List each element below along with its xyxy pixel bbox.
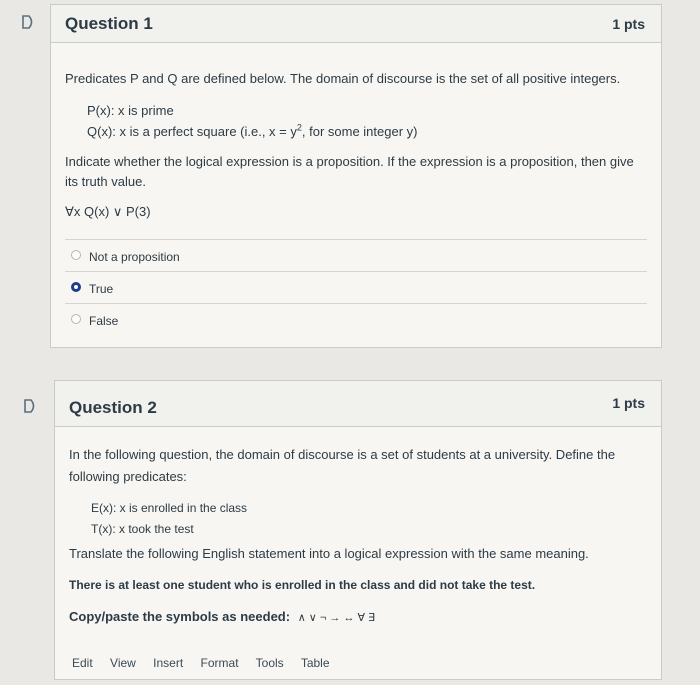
question-1-points: 1 pts (612, 16, 645, 32)
question-2-title: Question 2 (69, 398, 157, 417)
predicate-q-text-1: Q(x): x is a perfect square (i.e., x = y (87, 124, 297, 139)
predicate-t-definition: T(x): x took the test (91, 522, 194, 536)
editor-menu-bar: Edit View Insert Format Tools Table (72, 656, 344, 670)
question-2-points: 1 pts (612, 395, 645, 411)
symbols-label: Copy/paste the symbols as needed: (69, 609, 291, 624)
predicate-q-text-2: , for some integer y) (301, 124, 418, 139)
radio-false[interactable] (71, 314, 81, 324)
predicate-p-definition: P(x): x is prime (87, 103, 174, 118)
question-1-intro: Predicates P and Q are defined below. Th… (65, 71, 621, 86)
symbols-list[interactable]: ∧ ∨ ¬ → ↔ ∀ ∃ (298, 612, 375, 624)
question-2-header: Question 2 1 pts (55, 381, 661, 427)
answer-true[interactable]: True (65, 271, 647, 304)
symbols-line: Copy/paste the symbols as needed: ∧ ∨ ¬ … (69, 607, 375, 628)
question-1-header: Question 1 1 pts (51, 5, 661, 43)
question-2-instruction: Translate the following English statemen… (69, 546, 589, 561)
answer-label: Not a proposition (89, 250, 180, 264)
menu-format[interactable]: Format (201, 656, 239, 670)
menu-table[interactable]: Table (301, 656, 330, 670)
answer-not-a-proposition[interactable]: Not a proposition (65, 239, 647, 272)
english-statement: There is at least one student who is enr… (69, 578, 536, 592)
predicate-q-definition: Q(x): x is a perfect square (i.e., x = y… (87, 122, 418, 142)
radio-not-a-proposition[interactable] (71, 250, 81, 260)
predicate-e-definition: E(x): x is enrolled in the class (91, 501, 248, 515)
answer-label: True (89, 282, 114, 296)
question-1-card: Question 1 1 pts Predicates P and Q are … (50, 4, 662, 348)
answer-false[interactable]: False (65, 303, 647, 336)
flag-question-2-icon[interactable] (22, 398, 44, 414)
question-2-intro-line-1: In the following question, the domain of… (69, 447, 616, 462)
question-1-instruction-line-2: its truth value. (65, 174, 146, 189)
question-1-instruction-line-1: Indicate whether the logical expression … (65, 154, 634, 169)
menu-insert[interactable]: Insert (153, 656, 183, 670)
flag-question-1-icon[interactable] (20, 14, 42, 30)
logical-expression: ∀x Q(x) ∨ P(3) (65, 204, 151, 219)
question-2-card: Question 2 1 pts In the following questi… (54, 380, 662, 680)
menu-edit[interactable]: Edit (72, 656, 93, 670)
question-2-intro-line-2: following predicates: (69, 469, 187, 484)
answer-label: False (89, 314, 119, 328)
menu-tools[interactable]: Tools (256, 656, 284, 670)
radio-true-selected[interactable] (71, 282, 81, 292)
question-1-title: Question 1 (65, 14, 153, 33)
menu-view[interactable]: View (110, 656, 136, 670)
